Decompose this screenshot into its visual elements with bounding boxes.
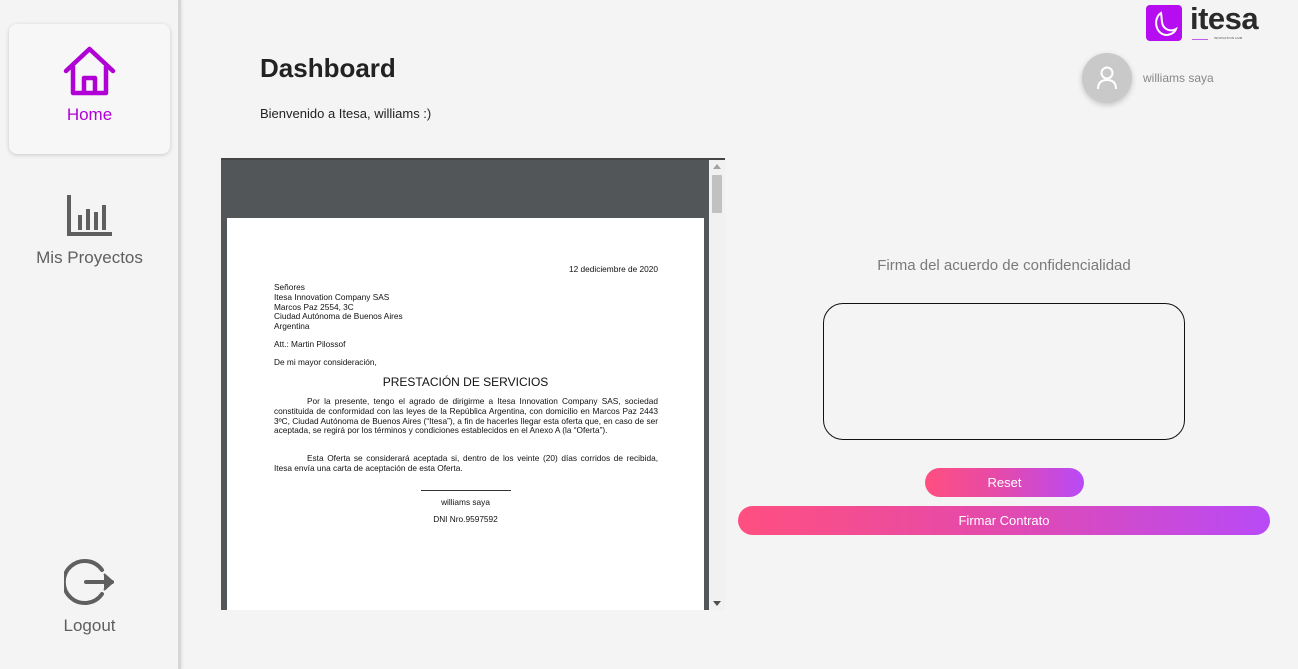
sidebar: Home Mis Proyectos Logout [0,0,181,669]
sidebar-item-home[interactable]: Home [9,24,170,154]
sidebar-item-mis-proyectos[interactable]: Mis Proyectos [9,190,170,280]
user-name: williams saya [1143,71,1214,85]
scroll-up-icon[interactable] [713,164,721,169]
itesa-logo-icon [1146,5,1182,41]
logout-icon [61,556,116,613]
pdf-page: 12 dediciembre de 2020 Señores Itesa Inn… [227,218,704,610]
sidebar-item-label: Mis Proyectos [36,248,143,267]
reset-button[interactable]: Reset [925,468,1084,497]
doc-dni: DNI Nro.9597592 [433,514,498,524]
welcome-message: Bienvenido a Itesa, williams :) [260,106,432,121]
sidebar-item-logout[interactable]: Logout [9,556,170,646]
doc-paragraph: Por la presente, tengo el agrado de diri… [274,396,658,436]
brand-name: itesa [1190,1,1259,36]
user-menu[interactable]: williams saya [1082,53,1242,103]
signature-pad[interactable] [823,303,1185,440]
scrollbar-thumb[interactable] [712,175,722,213]
doc-address: Señores Itesa Innovation Company SAS Mar… [274,282,403,332]
bar-chart-icon [66,193,114,242]
avatar[interactable] [1082,53,1132,103]
doc-date: 12 dediciembre de 2020 [568,264,658,274]
pdf-viewer[interactable]: 12 dediciembre de 2020 Señores Itesa Inn… [221,158,725,610]
user-icon [1097,66,1117,90]
sidebar-item-label: Home [66,105,113,124]
doc-signer-name: williams saya [441,497,490,507]
brand-tagline: INNOVATION HUB [1214,36,1243,40]
doc-address-line: Argentina [274,321,310,332]
scroll-down-icon[interactable] [713,601,721,606]
page-title: Dashboard [260,53,396,83]
pdf-scrollbar[interactable] [709,160,725,610]
home-icon [63,46,116,101]
sidebar-item-label: Logout [63,616,116,635]
sign-contract-button[interactable]: Firmar Contrato [738,506,1270,535]
signature-title: Firma del acuerdo de confidencialidad [877,257,1131,274]
brand-logo: itesa INNOVATION HUB [1146,1,1270,45]
tagline-divider [1192,39,1208,40]
signature-line [421,490,511,491]
doc-attention: Att.: Martin Pilossof [274,339,346,349]
doc-paragraph: Esta Oferta se considerará aceptada si, … [274,453,658,473]
doc-greeting: De mi mayor consideración, [274,357,377,367]
doc-title: PRESTACIÓN DE SERVICIOS [382,375,549,389]
